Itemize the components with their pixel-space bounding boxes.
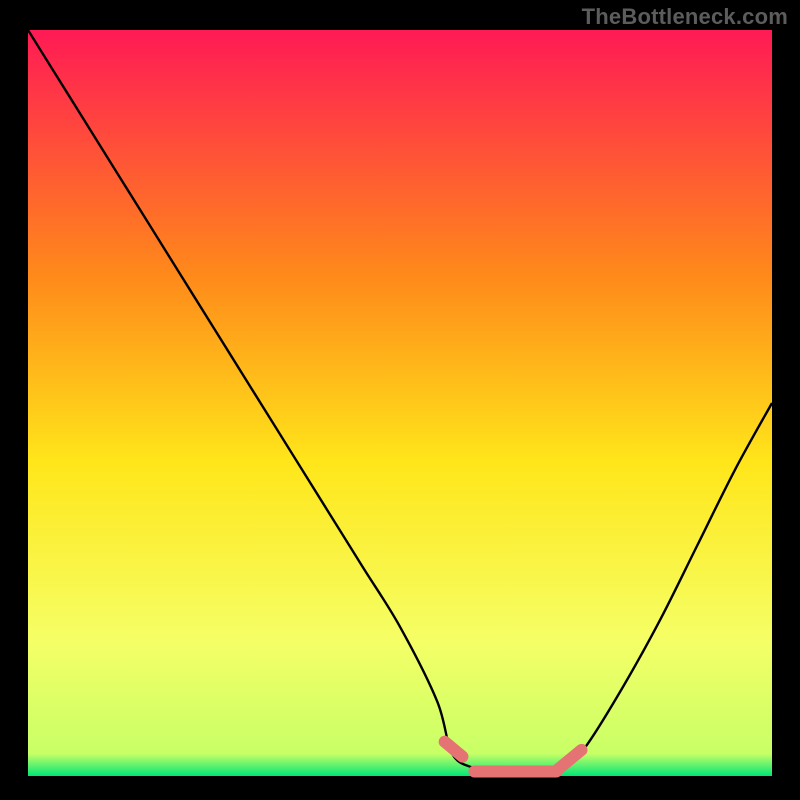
gradient-background — [28, 30, 772, 776]
chart-stage: TheBottleneck.com — [0, 0, 800, 800]
watermark-text: TheBottleneck.com — [582, 4, 788, 30]
bottleneck-chart — [0, 0, 800, 800]
